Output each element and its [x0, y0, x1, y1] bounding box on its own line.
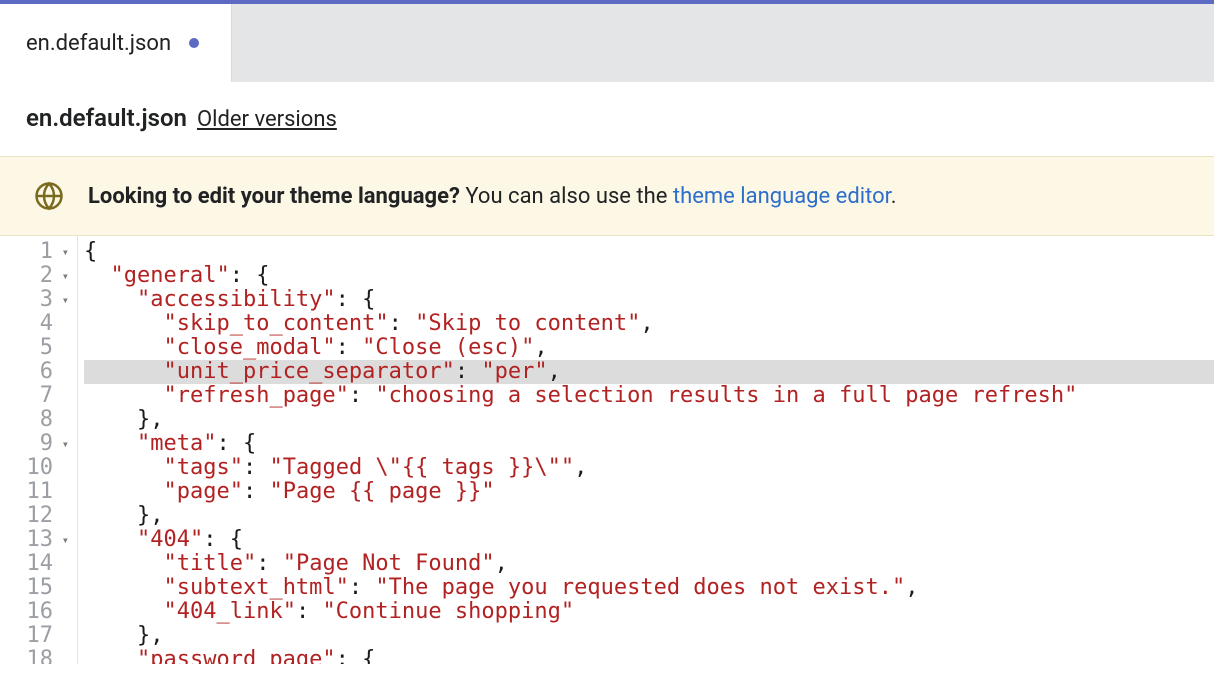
tab-filename: en.default.json	[26, 31, 171, 56]
tab-bar: en.default.json	[0, 0, 1214, 82]
code-line[interactable]: "unit_price_separator": "per",	[84, 360, 1214, 384]
file-title-row: en.default.json Older versions	[0, 82, 1214, 156]
line-number: 18	[0, 648, 75, 664]
line-number: 14	[0, 552, 75, 576]
file-tab[interactable]: en.default.json	[0, 4, 232, 82]
line-number: 11	[0, 480, 75, 504]
code-line[interactable]: "accessibility": {	[84, 288, 1214, 312]
info-banner: Looking to edit your theme language? You…	[0, 156, 1214, 236]
code-line[interactable]: },	[84, 408, 1214, 432]
code-area[interactable]: { "general": { "accessibility": { "skip_…	[78, 236, 1214, 664]
code-line[interactable]: "page": "Page {{ page }}"	[84, 480, 1214, 504]
line-number: 9▾	[0, 432, 75, 456]
unsaved-dot-icon	[189, 38, 199, 48]
code-line[interactable]: "close_modal": "Close (esc)",	[84, 336, 1214, 360]
code-line[interactable]: "subtext_html": "The page you requested …	[84, 576, 1214, 600]
line-number: 12	[0, 504, 75, 528]
code-line[interactable]: },	[84, 624, 1214, 648]
line-number: 13▾	[0, 528, 75, 552]
line-number: 8	[0, 408, 75, 432]
code-line[interactable]: "general": {	[84, 264, 1214, 288]
code-line[interactable]: "refresh_page": "choosing a selection re…	[84, 384, 1214, 408]
code-line[interactable]: "password_page": {	[84, 648, 1214, 664]
code-line[interactable]: },	[84, 504, 1214, 528]
code-line[interactable]: "tags": "Tagged \"{{ tags }}\"",	[84, 456, 1214, 480]
banner-bold: Looking to edit your theme language?	[88, 184, 460, 209]
line-number: 4	[0, 312, 75, 336]
banner-tail: .	[891, 184, 897, 209]
line-number: 6	[0, 360, 75, 384]
line-number: 15	[0, 576, 75, 600]
code-line[interactable]: "404": {	[84, 528, 1214, 552]
line-number: 16	[0, 600, 75, 624]
line-number: 7	[0, 384, 75, 408]
code-line[interactable]: {	[84, 240, 1214, 264]
line-number: 10	[0, 456, 75, 480]
line-number: 5	[0, 336, 75, 360]
code-line[interactable]: "skip_to_content": "Skip to content",	[84, 312, 1214, 336]
line-number: 3▾	[0, 288, 75, 312]
line-number-gutter: 1▾2▾3▾456789▾10111213▾1415161718	[0, 236, 78, 664]
theme-language-editor-link[interactable]: theme language editor	[673, 184, 891, 209]
code-line[interactable]: "title": "Page Not Found",	[84, 552, 1214, 576]
code-line[interactable]: "meta": {	[84, 432, 1214, 456]
code-editor[interactable]: 1▾2▾3▾456789▾10111213▾1415161718 { "gene…	[0, 236, 1214, 664]
line-number: 1▾	[0, 240, 75, 264]
file-title: en.default.json	[26, 104, 187, 132]
code-line[interactable]: "404_link": "Continue shopping"	[84, 600, 1214, 624]
globe-icon	[34, 181, 64, 211]
banner-text: Looking to edit your theme language? You…	[88, 184, 897, 209]
line-number: 17	[0, 624, 75, 648]
banner-rest: You can also use the	[460, 184, 673, 209]
older-versions-link[interactable]: Older versions	[197, 107, 337, 132]
line-number: 2▾	[0, 264, 75, 288]
